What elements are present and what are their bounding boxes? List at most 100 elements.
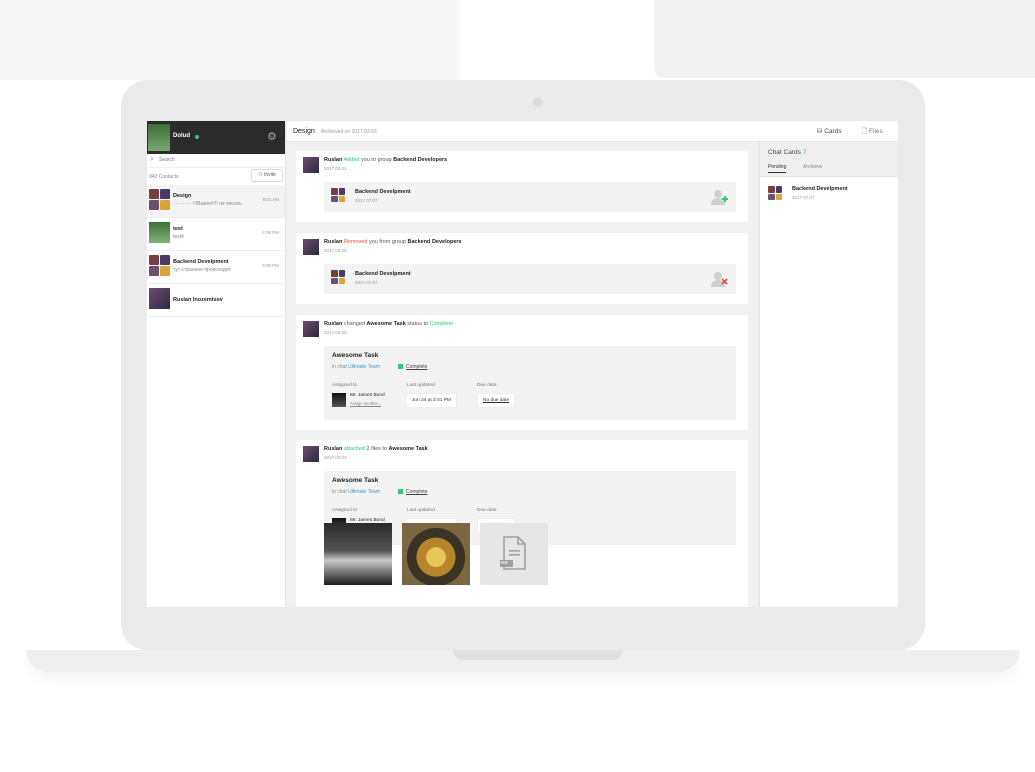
group-date: 2017.07.07	[355, 280, 378, 285]
chat-link[interactable]: Ultimate Team	[348, 489, 380, 495]
laptop-camera	[533, 97, 543, 107]
chat-feed: Ruslan Added you to group Backend Develo…	[287, 121, 759, 607]
search-icon: ⌕	[150, 156, 154, 163]
chat-cards-panel: Chat Cards 7 Pending Archieve Backend De…	[759, 142, 898, 607]
group-avatar	[331, 188, 345, 202]
assigned-label: Assigned to	[332, 383, 358, 388]
file-extension: PDF	[501, 561, 508, 565]
user-avatar[interactable]	[148, 124, 170, 151]
task-chat: in chat Ultimate Team	[332, 364, 380, 370]
user-name: Dolud	[173, 133, 190, 139]
chat-cards-header: Chat Cards 7 Pending Archieve	[760, 142, 898, 177]
group-avatar	[768, 186, 782, 200]
tab-files-label: Files	[869, 128, 883, 135]
search-bar[interactable]: ⌕ Search	[147, 154, 285, 168]
invite-button[interactable]: ⚇ Invite	[251, 169, 283, 182]
conversation-preview: - - - - - - -!!!Важно!!!! не писать	[173, 201, 242, 207]
feed-date: 2017.03.03	[324, 248, 347, 253]
image-thumbnail[interactable]	[324, 523, 392, 585]
chat-cards-count: 7	[802, 149, 807, 156]
conversation-preview: тут странное происходит	[173, 267, 232, 273]
feed-text: Ruslan changed Awesome Task status to Co…	[324, 321, 454, 327]
group-date: 2017.07.07	[355, 198, 378, 203]
file-icon: 🗋	[862, 128, 868, 135]
image-thumbnail[interactable]	[402, 523, 470, 585]
conversation-title: test	[173, 226, 183, 232]
gear-icon[interactable]: ⚙	[267, 130, 277, 143]
group-card[interactable]: Backend Develpment 2017.07.07	[324, 182, 736, 212]
user-removed-icon	[711, 272, 728, 287]
last-updated-label: Last updated	[407, 383, 435, 388]
due-date-button[interactable]: No due date	[477, 393, 516, 408]
search-input[interactable]: Search	[159, 157, 175, 163]
actor-avatar	[303, 239, 319, 255]
conversation-time: 9:00 PM	[262, 263, 279, 268]
group-title: Backend Develpment	[355, 189, 411, 195]
chat-card-date: 2017.07.07	[792, 195, 815, 200]
task-chat: in chat Ultimate Team	[332, 489, 380, 495]
tab-cards[interactable]: ⛁ Cards	[817, 127, 842, 135]
assignee-name: Mr. James Bond	[350, 393, 385, 398]
task-status[interactable]: Complete	[406, 489, 427, 495]
task-title: Awesome Task	[332, 352, 379, 359]
conversation-title: Backend Develpment	[173, 259, 229, 265]
add-user-icon: ⚇	[258, 172, 263, 178]
group-avatar	[149, 255, 170, 276]
feed-date: 2017.03.03	[324, 166, 347, 171]
group-avatar	[331, 270, 345, 284]
chat-cards-title: Chat Cards 7	[768, 149, 807, 156]
assignee-avatar	[332, 393, 346, 407]
tab-files[interactable]: 🗋 Files	[862, 127, 883, 138]
conversation-time: 8:01 AM	[262, 197, 279, 202]
background-shape	[654, 0, 1035, 78]
chat-link[interactable]: Ultimate Team	[348, 364, 380, 370]
contact-avatar	[149, 222, 170, 243]
online-status-icon	[195, 135, 199, 139]
tab-cards-label: Cards	[824, 128, 842, 135]
sidebar: Dolud ⚙ ⌕ Search 342 Contacts ⚇ Invite D…	[147, 121, 286, 607]
user-added-icon	[711, 190, 728, 205]
feed-text: Ruslan Added you to group Backend Develo…	[324, 157, 448, 163]
tab-archive[interactable]: Archieve	[803, 164, 822, 170]
group-title: Backend Develpment	[355, 271, 411, 277]
invite-label: Invite	[263, 172, 276, 178]
conversation-title: Design	[173, 193, 192, 199]
document-icon	[500, 536, 526, 570]
last-updated-value: Jun 24 at 2:41 PM	[406, 393, 457, 408]
file-thumbnail[interactable]: PDF	[480, 523, 548, 585]
conversation-time: 4:08 PM	[262, 230, 279, 235]
actor-avatar	[303, 446, 319, 462]
conversation-title: Ruslan Inozemtsev	[173, 297, 223, 303]
cards-icon: ⛁	[817, 128, 823, 135]
feed-item: Ruslan Removed you from group Backend De…	[296, 233, 748, 304]
actor-avatar	[303, 321, 319, 337]
feed-text: Ruslan attached 2 files to Awesome Task	[324, 446, 428, 452]
feed-item: Ruslan Added you to group Backend Develo…	[296, 151, 748, 222]
conversation-preview: test4	[173, 234, 184, 240]
last-updated-label: Last updated	[407, 508, 435, 513]
feed-item: Ruslan changed Awesome Task status to Co…	[296, 315, 748, 430]
assign-another-link[interactable]: Assign another...	[350, 401, 381, 406]
assigned-label: Assigned to	[332, 508, 358, 513]
task-card[interactable]: Awesome Task in chat Ultimate Team Compl…	[324, 346, 736, 420]
group-avatar	[149, 189, 170, 210]
feed-date: 2017.03.03	[324, 330, 347, 335]
due-date-label: Due date	[477, 383, 497, 388]
task-status[interactable]: Complete	[406, 364, 427, 370]
group-card[interactable]: Backend Develpment 2017.07.07	[324, 264, 736, 294]
conversation-item[interactable]: test test4 4:08 PM	[147, 218, 285, 251]
app-screen: Dolud ⚙ ⌕ Search 342 Contacts ⚇ Invite D…	[147, 121, 898, 607]
conversation-item[interactable]: Ruslan Inozemtsev	[147, 284, 285, 317]
due-date-label: Due date	[477, 508, 497, 513]
status-square-icon	[398, 364, 403, 369]
tab-pending[interactable]: Pending	[768, 164, 787, 173]
actor-avatar	[303, 157, 319, 173]
status-square-icon	[398, 489, 403, 494]
conversation-item[interactable]: Backend Develpment тут странное происход…	[147, 251, 285, 284]
contact-avatar	[149, 288, 170, 309]
conversation-item[interactable]: Design - - - - - - -!!!Важно!!!! не писа…	[147, 185, 285, 218]
laptop-base-notch	[453, 650, 623, 660]
contacts-count: 342 Contacts	[149, 174, 179, 180]
background-shape	[0, 0, 460, 80]
task-title: Awesome Task	[332, 477, 379, 484]
